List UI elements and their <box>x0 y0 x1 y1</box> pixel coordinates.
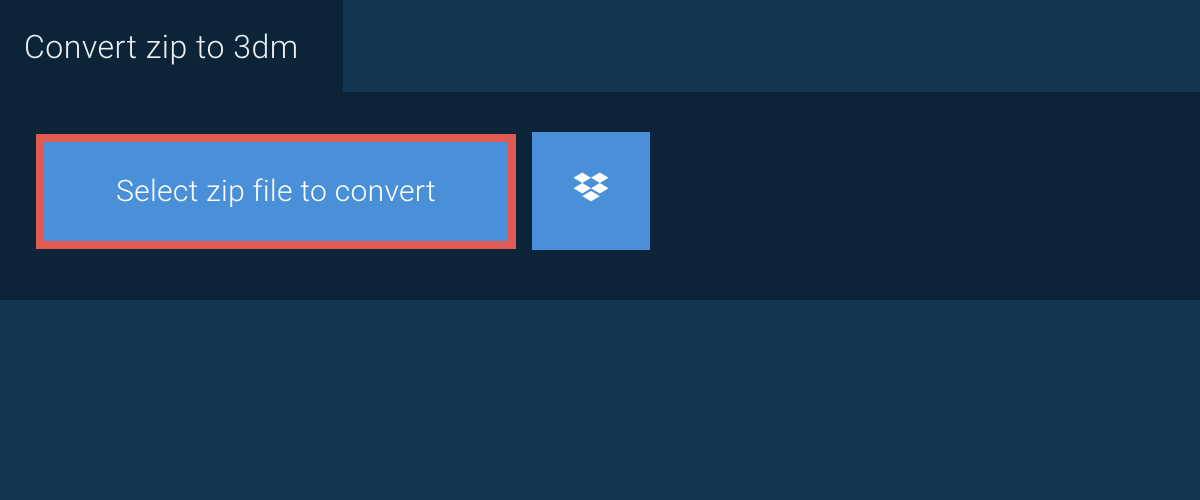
file-select-panel: Select zip file to convert <box>0 92 1200 300</box>
page-title: Convert zip to 3dm <box>0 0 343 92</box>
dropbox-icon <box>570 169 612 214</box>
select-file-button[interactable]: Select zip file to convert <box>36 134 516 249</box>
dropbox-button[interactable] <box>532 132 650 250</box>
